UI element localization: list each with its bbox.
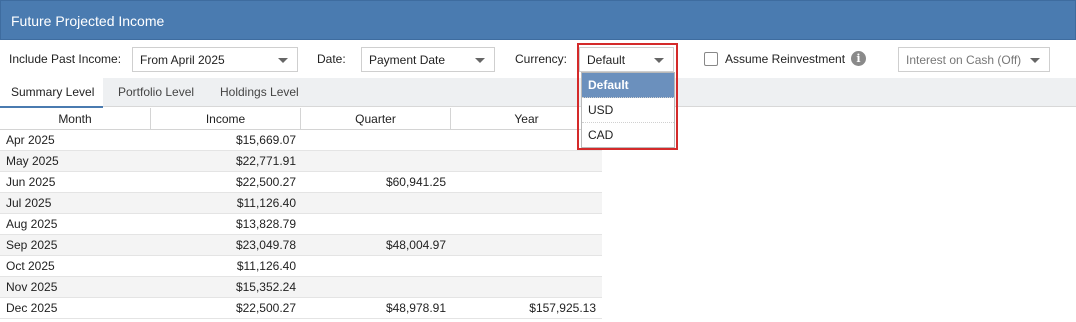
column-header-quarter[interactable]: Quarter — [301, 108, 451, 130]
date-label: Date: — [317, 52, 346, 66]
table-row[interactable]: May 2025 $22,771.91 — [0, 151, 602, 172]
date-value: Payment Date — [369, 53, 446, 67]
cell-month: Oct 2025 — [6, 259, 55, 273]
cell-income: $11,126.40 — [236, 196, 296, 210]
assume-reinvestment-label: Assume Reinvestment — [725, 52, 846, 66]
chevron-down-icon — [1030, 58, 1040, 63]
cell-income: $22,500.27 — [235, 301, 296, 315]
table-row[interactable]: Oct 2025 $11,126.40 — [0, 256, 602, 277]
currency-select[interactable]: Default — [579, 47, 674, 72]
toolbar: Include Past Income: From April 2025 Dat… — [0, 40, 1076, 78]
tab-label: Portfolio Level — [118, 85, 195, 99]
page-title: Future Projected Income — [11, 13, 165, 29]
currency-dropdown-menu: Default USD CAD — [581, 72, 675, 148]
chevron-down-icon — [278, 58, 288, 63]
date-select[interactable]: Payment Date — [361, 47, 495, 72]
currency-option-cad[interactable]: CAD — [582, 123, 674, 148]
table-row[interactable]: Jul 2025 $11,126.40 — [0, 193, 602, 214]
interest-on-cash-value: Interest on Cash (Off) — [906, 53, 1022, 67]
table-row[interactable]: Sep 2025 $23,049.78 $48,004.97 — [0, 235, 602, 256]
currency-option-default[interactable]: Default — [582, 73, 674, 98]
column-header-year[interactable]: Year — [451, 108, 602, 130]
cell-income: $15,669.07 — [235, 133, 296, 147]
cell-month: Jun 2025 — [6, 175, 56, 189]
cell-income: $11,126.40 — [236, 259, 296, 273]
info-icon[interactable]: i — [851, 51, 866, 66]
title-bar: Future Projected Income — [0, 0, 1076, 40]
cell-income: $15,352.24 — [235, 280, 296, 294]
cell-month: Aug 2025 — [6, 217, 58, 231]
table-row[interactable]: Apr 2025 $15,669.07 — [0, 130, 602, 151]
cell-month: Dec 2025 — [6, 301, 58, 315]
table-row[interactable]: Nov 2025 $15,352.24 — [0, 277, 602, 298]
currency-option-usd[interactable]: USD — [582, 98, 674, 123]
currency-label: Currency: — [515, 52, 568, 66]
table-row[interactable]: Dec 2025 $22,500.27 $48,978.91 $157,925.… — [0, 298, 602, 319]
grid-header: Month Income Quarter Year — [0, 108, 602, 130]
assume-reinvestment-checkbox[interactable] — [704, 52, 718, 66]
cell-month: Jul 2025 — [6, 196, 52, 210]
cell-month: Nov 2025 — [6, 280, 58, 294]
column-header-month[interactable]: Month — [0, 108, 151, 130]
tab-label: Summary Level — [11, 85, 95, 99]
cell-income: $22,771.91 — [235, 154, 296, 168]
tab-holdings-level[interactable]: Holdings Level — [212, 78, 299, 107]
tab-summary-level[interactable]: Summary Level — [0, 78, 103, 108]
interest-on-cash-select[interactable]: Interest on Cash (Off) — [898, 47, 1050, 72]
column-header-income[interactable]: Income — [151, 108, 301, 130]
chevron-down-icon — [654, 58, 664, 63]
tabs-bar: Summary Level Portfolio Level Holdings L… — [0, 78, 1076, 108]
cell-year: $157,925.13 — [529, 301, 596, 315]
cell-income: $13,828.79 — [235, 217, 296, 231]
include-past-income-select[interactable]: From April 2025 — [132, 47, 298, 72]
cell-quarter: $48,978.91 — [385, 301, 446, 315]
tab-label: Holdings Level — [220, 85, 299, 99]
tab-portfolio-level[interactable]: Portfolio Level — [110, 78, 194, 107]
cell-income: $23,049.78 — [235, 238, 296, 252]
chevron-down-icon — [475, 58, 485, 63]
currency-value: Default — [587, 53, 626, 67]
cell-quarter: $60,941.25 — [385, 175, 446, 189]
cell-month: Sep 2025 — [6, 238, 58, 252]
table-row[interactable]: Aug 2025 $13,828.79 — [0, 214, 602, 235]
cell-income: $22,500.27 — [235, 175, 296, 189]
cell-month: Apr 2025 — [6, 133, 55, 147]
income-grid: Month Income Quarter Year Apr 2025 $15,6… — [0, 108, 602, 319]
cell-quarter: $48,004.97 — [385, 238, 446, 252]
table-row[interactable]: Jun 2025 $22,500.27 $60,941.25 — [0, 172, 602, 193]
cell-month: May 2025 — [6, 154, 59, 168]
include-past-income-label: Include Past Income: — [9, 52, 122, 66]
include-past-income-value: From April 2025 — [140, 53, 225, 67]
